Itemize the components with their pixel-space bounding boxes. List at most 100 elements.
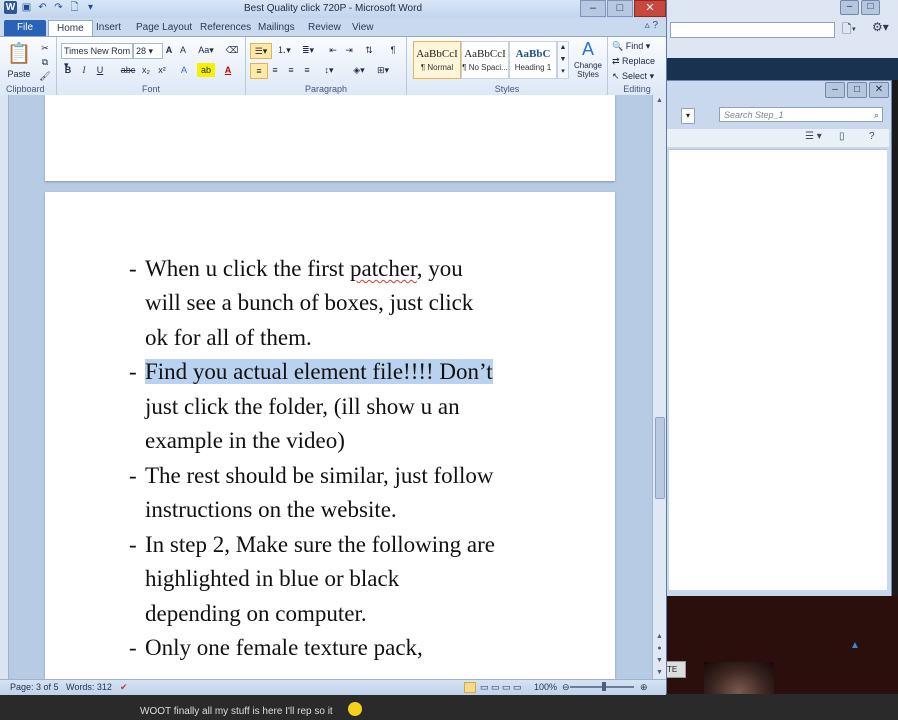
minimize-icon[interactable]: – — [840, 0, 859, 15]
bold-button[interactable]: B — [61, 63, 75, 77]
vertical-ruler — [0, 95, 9, 679]
bullets-button[interactable]: ☰▾ — [250, 43, 272, 59]
grow-font-icon[interactable]: A — [163, 43, 175, 57]
help-icon[interactable]: ? — [869, 131, 875, 142]
styles-gallery-scroll[interactable]: ▲ ▼ ▾ — [557, 41, 569, 79]
font-size-dropdown[interactable]: 28 ▾ — [133, 43, 163, 59]
page-current[interactable]: - When u click the first patcher, you wi… — [45, 192, 615, 679]
tab-view[interactable]: View — [352, 20, 374, 36]
ribbon-help-icons[interactable]: ▵ ? — [645, 20, 658, 31]
dropdown-arrow-icon[interactable]: ▾ — [681, 108, 695, 124]
copy-icon[interactable]: ⧉ — [38, 55, 52, 69]
up-arrow-icon[interactable]: ▲ — [850, 640, 864, 651]
style-no-spacing[interactable]: AaBbCcI ¶ No Spaci... — [461, 41, 509, 79]
multilevel-list-icon[interactable]: ≣▾ — [298, 43, 318, 57]
maximize-icon[interactable]: □ — [861, 0, 880, 15]
shading-icon[interactable]: ◈▾ — [350, 63, 368, 77]
vertical-scrollbar[interactable]: ▲ ▲ ● ▼ ▼ — [652, 95, 666, 679]
zoom-out-icon[interactable]: ⊖ — [562, 682, 570, 693]
zoom-slider-thumb[interactable] — [602, 682, 606, 691]
scroll-up-page-icon[interactable]: ▲ — [653, 631, 666, 643]
zoom-in-icon[interactable]: ⊕ — [640, 682, 648, 693]
font-color-icon[interactable]: A — [221, 63, 235, 77]
tab-review[interactable]: Review — [308, 20, 341, 36]
line-spacing-icon[interactable]: ↕▾ — [320, 63, 338, 77]
replace-button[interactable]: ⇄ Replace — [612, 54, 664, 68]
change-styles-icon[interactable]: A — [573, 39, 603, 59]
highlight-color-icon[interactable]: ab — [197, 63, 215, 77]
smiley-icon — [348, 702, 362, 716]
tab-mailings[interactable]: Mailings — [258, 20, 295, 36]
doc-line-1: When u click the first patcher, you — [145, 256, 463, 281]
bullet-marker: - — [129, 359, 137, 384]
tab-references[interactable]: References — [200, 20, 251, 36]
editing-group: 🔍 Find ▾ ⇄ Replace ↖ Select ▾ Editing — [608, 37, 666, 95]
justify-icon[interactable]: ≡ — [300, 63, 314, 77]
maximize-icon[interactable]: □ — [847, 82, 867, 98]
scroll-thumb[interactable] — [655, 417, 665, 499]
change-styles-button[interactable]: Change Styles — [569, 61, 607, 81]
italic-button[interactable]: I — [77, 63, 91, 77]
subscript-button[interactable]: x₂ — [139, 63, 153, 77]
text-effects-icon[interactable]: A — [177, 63, 191, 77]
word-count[interactable]: Words: 312 — [66, 682, 112, 692]
shrink-font-icon[interactable]: A — [177, 43, 189, 57]
tab-page-layout[interactable]: Page Layout — [136, 20, 192, 36]
tab-insert[interactable]: Insert — [96, 20, 121, 36]
paste-button[interactable]: Paste — [4, 67, 34, 81]
explorer-search-input[interactable]: Search Step_1 ⌕ — [719, 107, 883, 122]
doc-line-10: highlighted in blue or black — [145, 566, 400, 591]
align-right-icon[interactable]: ≡ — [284, 63, 298, 77]
doc-line-2: will see a bunch of boxes, just click — [145, 290, 474, 315]
view-options-icon[interactable]: ☰ ▾ — [805, 131, 822, 142]
style-heading-1[interactable]: AaBbC Heading 1 — [509, 41, 557, 79]
ribbon-home: 📋 Paste ✂ ⧉ 🖌 Clipboard Times New Rom ▾ … — [0, 36, 666, 96]
zoom-level[interactable]: 100% — [534, 682, 557, 692]
cut-icon[interactable]: ✂ — [38, 41, 52, 55]
proofing-icon[interactable]: ✔ — [120, 682, 128, 693]
paste-icon[interactable]: 📋 — [6, 41, 32, 67]
misspelled-word[interactable]: patcher — [350, 256, 417, 281]
decrease-indent-icon[interactable]: ⇤ — [326, 43, 340, 57]
find-button[interactable]: 🔍 Find ▾ — [612, 39, 662, 53]
print-layout-icon[interactable] — [464, 682, 476, 693]
numbering-icon[interactable]: ⒈▾ — [274, 43, 294, 57]
doc-line-11: depending on computer. — [145, 601, 367, 626]
minimize-button[interactable]: – — [580, 0, 606, 17]
clipboard-group-label: Clipboard — [6, 84, 45, 94]
address-bar[interactable] — [670, 22, 835, 38]
close-icon[interactable]: ✕ — [869, 82, 889, 98]
font-name-dropdown[interactable]: Times New Rom ▾ — [61, 43, 133, 70]
align-center-icon[interactable]: ≡ — [268, 63, 282, 77]
select-button[interactable]: ↖ Select ▾ — [612, 69, 664, 83]
scroll-up-icon[interactable]: ▲ — [653, 95, 666, 107]
format-painter-icon[interactable]: 🖌 — [38, 69, 52, 83]
minimize-icon[interactable]: – — [825, 82, 845, 98]
superscript-button[interactable]: x² — [155, 63, 169, 77]
page-count[interactable]: Page: 3 of 5 — [10, 682, 59, 692]
tools-gear-icon[interactable]: ⚙▾ — [872, 20, 889, 34]
show-marks-icon[interactable]: ¶ — [386, 43, 400, 57]
editing-group-label: Editing — [623, 84, 651, 94]
view-buttons-icons[interactable]: ▭ ▭ ▭ ▭ — [480, 682, 522, 693]
tab-file[interactable]: File — [4, 20, 46, 36]
scroll-down-page-icon[interactable]: ▼ — [653, 655, 666, 667]
preview-pane-icon[interactable]: ▯ — [839, 131, 845, 142]
change-case-icon[interactable]: Aa▾ — [197, 43, 215, 57]
style-normal[interactable]: AaBbCcI ¶ Normal — [413, 41, 461, 79]
bullet-marker: - — [129, 256, 137, 281]
page-icon[interactable]: 🗋▾ — [842, 20, 856, 41]
browse-object-icon[interactable]: ● — [653, 643, 666, 655]
borders-icon[interactable]: ⊞▾ — [374, 63, 392, 77]
clear-format-icon[interactable]: ⌫ — [225, 43, 239, 57]
tab-home[interactable]: Home — [48, 20, 93, 37]
underline-button[interactable]: U — [93, 63, 107, 77]
strikethrough-button[interactable]: abc — [119, 63, 137, 77]
sort-icon[interactable]: ⇅ — [362, 43, 376, 57]
increase-indent-icon[interactable]: ⇥ — [342, 43, 356, 57]
maximize-button[interactable]: □ — [607, 0, 633, 17]
close-button[interactable]: ✕ — [634, 0, 666, 17]
align-left-icon[interactable]: ≡ — [250, 63, 268, 79]
scroll-down-icon[interactable]: ▼ — [653, 667, 666, 679]
selected-text[interactable]: Find you actual element file!!!! Don’t — [145, 359, 493, 384]
